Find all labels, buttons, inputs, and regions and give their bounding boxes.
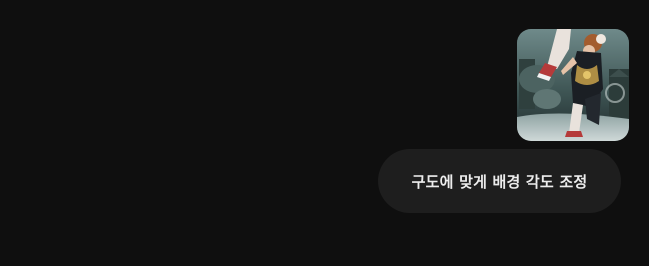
attachment-image	[517, 29, 629, 141]
message-text: 구도에 맞게 배경 각도 조정	[411, 172, 588, 191]
user-message-bubble: 구도에 맞게 배경 각도 조정	[378, 149, 621, 213]
image-attachment-thumbnail[interactable]	[517, 29, 629, 141]
chat-thread: 구도에 맞게 배경 각도 조정	[0, 0, 649, 266]
